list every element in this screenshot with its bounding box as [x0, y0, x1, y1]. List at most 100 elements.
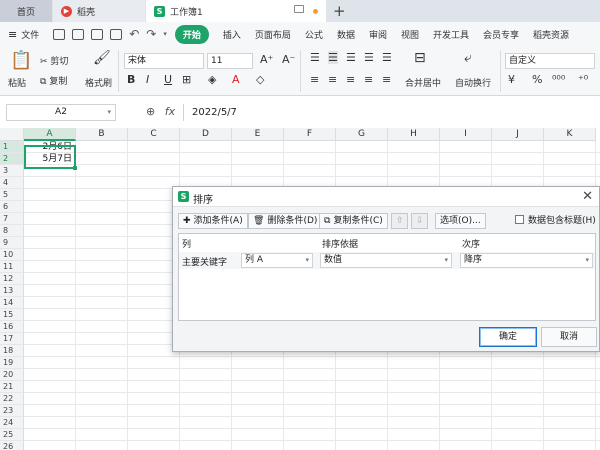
row-header-8[interactable]: 8	[0, 225, 24, 237]
font-name-select[interactable]: 宋体	[124, 53, 204, 69]
monitor-icon[interactable]	[294, 5, 304, 13]
menu-review[interactable]: 审阅	[369, 28, 387, 41]
sort-column-select[interactable]: 列 A ▾	[241, 253, 313, 268]
column-header-e[interactable]: E	[232, 128, 284, 141]
row-header-15[interactable]: 15	[0, 309, 24, 321]
menu-page-layout[interactable]: 页面布局	[255, 28, 291, 41]
move-down-button[interactable]: ⇩	[411, 213, 428, 229]
row-header-17[interactable]: 17	[0, 333, 24, 345]
align-middle-icon[interactable]: ☰	[328, 51, 338, 64]
thousands-icon[interactable]: ⁰⁰⁰	[552, 73, 565, 86]
export-pdf-icon[interactable]	[72, 28, 85, 40]
decrease-font-icon[interactable]: A⁻	[282, 53, 295, 66]
move-up-button[interactable]: ⇧	[391, 213, 408, 229]
merge-center-button[interactable]: 合并居中	[405, 76, 441, 89]
name-box[interactable]: A2 ▾	[6, 104, 116, 121]
column-header-d[interactable]: D	[180, 128, 232, 141]
column-header-g[interactable]: G	[336, 128, 388, 141]
paste-icon[interactable]: 📋	[10, 50, 32, 71]
ok-button[interactable]: 确定	[479, 327, 537, 347]
menu-home[interactable]: 开始	[174, 24, 209, 44]
tab-docer[interactable]: ▶ 稻壳	[53, 0, 145, 22]
fx-icon[interactable]: fx	[165, 105, 175, 118]
row-header-3[interactable]: 3	[0, 165, 24, 177]
redo-icon[interactable]: ↷	[146, 27, 156, 41]
align-top-icon[interactable]: ☰	[310, 51, 320, 64]
wrap-text-icon[interactable]: ⤶	[464, 50, 472, 66]
row-header-12[interactable]: 12	[0, 273, 24, 285]
hamburger-icon[interactable]: ≡	[8, 28, 17, 41]
column-header-i[interactable]: I	[440, 128, 492, 141]
right-align-icon[interactable]: ≡	[346, 73, 355, 86]
formula-input[interactable]: 2022/5/7	[183, 104, 600, 121]
row-header-23[interactable]: 23	[0, 405, 24, 417]
row-header-10[interactable]: 10	[0, 249, 24, 261]
row-header-26[interactable]: 26	[0, 441, 24, 450]
sort-on-select[interactable]: 数值 ▾	[320, 253, 452, 268]
center-align-icon[interactable]: ≡	[328, 73, 337, 86]
clear-format-icon[interactable]: ◇	[256, 73, 264, 86]
column-header-k[interactable]: K	[544, 128, 596, 141]
increase-font-icon[interactable]: A⁺	[260, 53, 273, 66]
align-right-icon[interactable]: ☰	[382, 51, 392, 64]
print-icon[interactable]	[91, 28, 104, 40]
paste-button[interactable]: 粘贴	[8, 76, 26, 89]
tab-workbook[interactable]: S 工作簿1	[146, 0, 326, 22]
underline-icon[interactable]: U	[164, 73, 172, 86]
menu-developer[interactable]: 开发工具	[433, 28, 469, 41]
row-header-22[interactable]: 22	[0, 393, 24, 405]
row-header-18[interactable]: 18	[0, 345, 24, 357]
row-header-24[interactable]: 24	[0, 417, 24, 429]
font-color-icon[interactable]: A	[232, 73, 240, 86]
cancel-button[interactable]: 取消	[541, 327, 597, 347]
menu-insert[interactable]: 插入	[223, 28, 241, 41]
row-header-7[interactable]: 7	[0, 213, 24, 225]
row-header-5[interactable]: 5	[0, 189, 24, 201]
undo-icon[interactable]: ↶	[129, 27, 139, 41]
cut-button[interactable]: ✂ 剪切	[40, 54, 68, 67]
align-left-icon[interactable]: ☰	[364, 51, 374, 64]
align-bottom-icon[interactable]: ☰	[346, 51, 356, 64]
select-all-corner[interactable]	[0, 128, 24, 141]
new-tab-button[interactable]: +	[333, 2, 346, 20]
print-preview-icon[interactable]	[110, 28, 123, 40]
zoom-icon[interactable]: ⊕	[146, 105, 155, 118]
row-header-11[interactable]: 11	[0, 261, 24, 273]
decimal-icon[interactable]: ⁺⁰	[578, 73, 588, 86]
menu-view[interactable]: 视图	[401, 28, 419, 41]
row-header-21[interactable]: 21	[0, 381, 24, 393]
menu-file[interactable]: 文件	[21, 28, 39, 41]
row-header-1[interactable]: 1	[0, 141, 24, 153]
row-header-25[interactable]: 25	[0, 429, 24, 441]
menu-formulas[interactable]: 公式	[305, 28, 323, 41]
distributed-icon[interactable]: ≡	[382, 73, 391, 86]
wrap-text-button[interactable]: 自动换行	[455, 76, 491, 89]
row-header-19[interactable]: 19	[0, 357, 24, 369]
brush-icon[interactable]: 🖌	[93, 50, 111, 66]
column-header-b[interactable]: B	[76, 128, 128, 141]
merge-icon[interactable]: ⊟	[414, 50, 426, 66]
font-size-select[interactable]: 11	[207, 53, 253, 69]
row-header-9[interactable]: 9	[0, 237, 24, 249]
sort-order-select[interactable]: 降序 ▾	[460, 253, 593, 268]
column-header-a[interactable]: A	[24, 128, 76, 141]
number-format-select[interactable]: 自定义	[505, 53, 595, 69]
copy-condition-button[interactable]: ⧉ 复制条件(C)	[319, 213, 388, 229]
format-painter-button[interactable]: 格式刷	[85, 76, 112, 89]
copy-button[interactable]: ⧉ 复制	[40, 74, 67, 87]
indent-left-icon[interactable]: ≡	[310, 73, 319, 86]
column-header-j[interactable]: J	[492, 128, 544, 141]
row-header-13[interactable]: 13	[0, 285, 24, 297]
column-header-h[interactable]: H	[388, 128, 440, 141]
row-header-14[interactable]: 14	[0, 297, 24, 309]
menu-docer-resources[interactable]: 稻壳资源	[533, 28, 569, 41]
menu-data[interactable]: 数据	[337, 28, 355, 41]
row-header-4[interactable]: 4	[0, 177, 24, 189]
border-icon[interactable]: ⊞	[182, 73, 191, 86]
percent-icon[interactable]: %	[532, 73, 542, 86]
row-header-16[interactable]: 16	[0, 321, 24, 333]
fill-color-icon[interactable]: ◈	[208, 73, 216, 86]
save-icon[interactable]	[53, 28, 66, 40]
add-condition-button[interactable]: ✚ 添加条件(A)	[178, 213, 248, 229]
row-header-6[interactable]: 6	[0, 201, 24, 213]
